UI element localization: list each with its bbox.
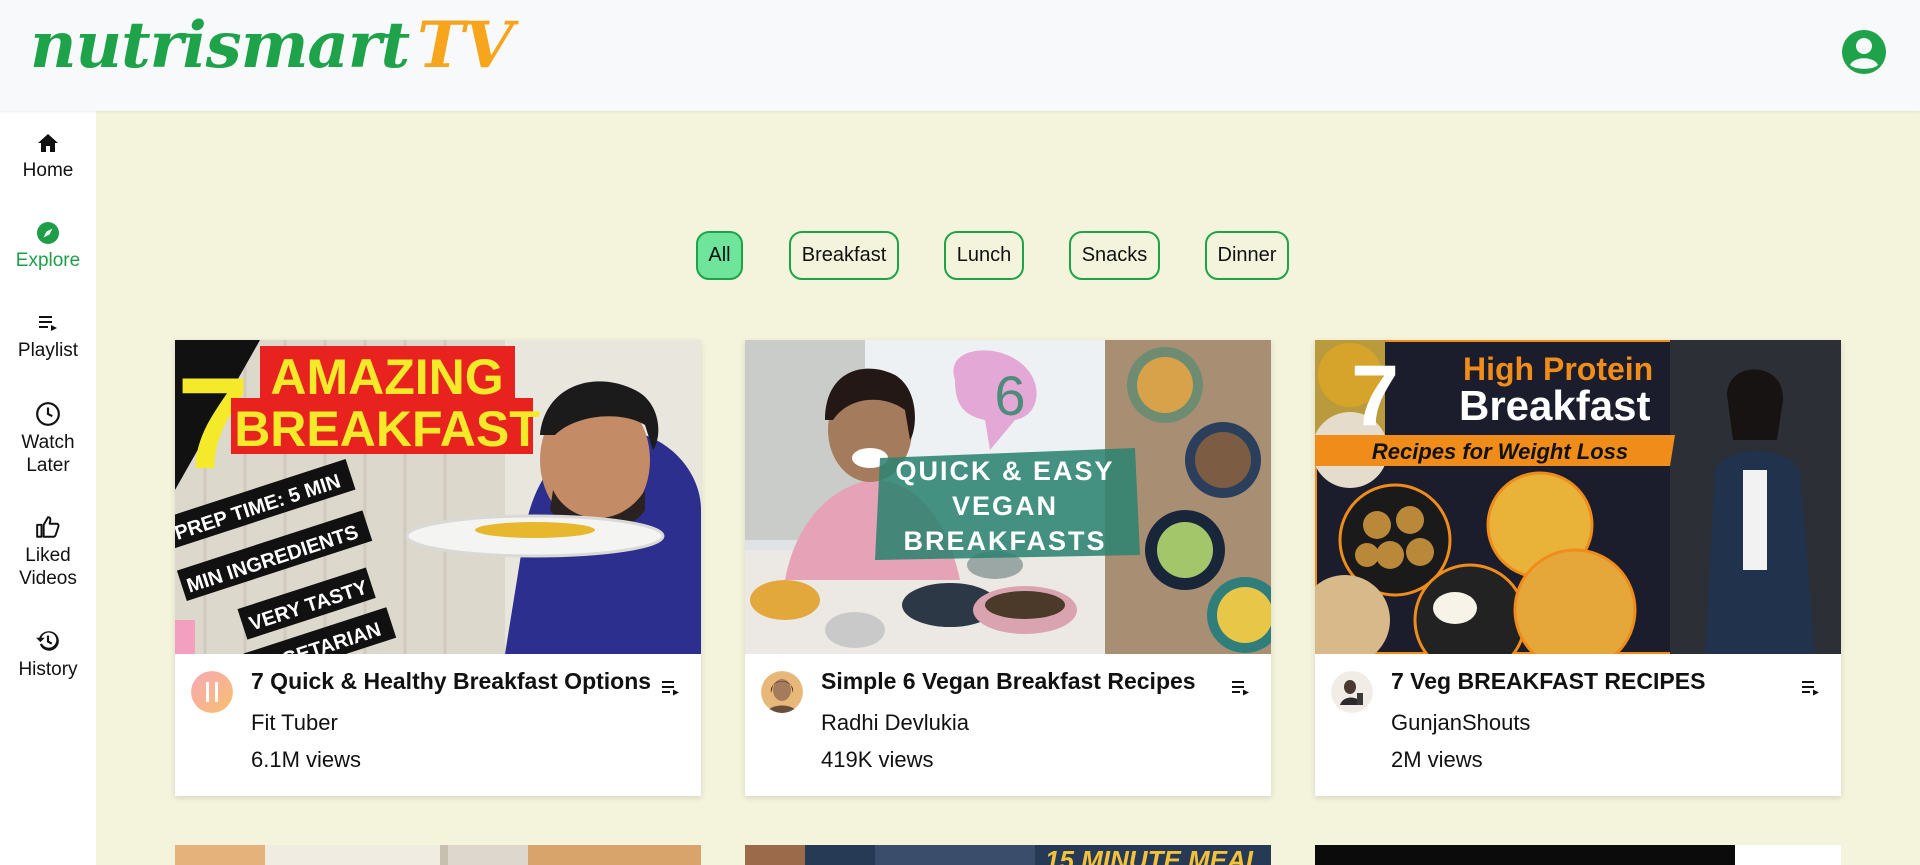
channel-name[interactable]: GunjanShouts — [1391, 710, 1530, 736]
thumb-text: BREAKFASTS — [903, 526, 1106, 556]
sidebar-item-playlist[interactable]: Playlist — [0, 311, 96, 362]
thumb-text: BREAKFAST — [234, 401, 540, 457]
clock-icon — [36, 402, 60, 426]
view-count: 6.1M views — [251, 747, 362, 772]
thumbs-up-icon — [36, 516, 60, 538]
chip-snacks[interactable]: Snacks — [1069, 231, 1160, 280]
sidebar-item-history[interactable]: History — [0, 628, 96, 681]
view-count: 419K views — [821, 747, 934, 772]
sidebar-item-watch-later[interactable]: Watch Later — [0, 401, 96, 477]
channel-avatar[interactable] — [191, 671, 233, 713]
thumb-number: 7 — [1351, 348, 1399, 444]
thumb-text: VEGAN — [952, 491, 1058, 521]
chip-lunch[interactable]: Lunch — [944, 231, 1024, 280]
thumb-text: QUICK & EASY — [895, 456, 1114, 486]
add-to-playlist-icon[interactable] — [1229, 676, 1253, 700]
chip-all[interactable]: All — [696, 231, 743, 280]
chip-breakfast[interactable]: Breakfast — [789, 231, 899, 280]
sidebar-item-explore[interactable]: Explore — [0, 221, 96, 272]
video-title[interactable]: 7 Quick & Healthy Breakfast Options — [251, 668, 651, 695]
sidebar-item-label: Explore — [15, 250, 81, 271]
video-card-partial[interactable]: 15 MINUTE MEAL — [745, 845, 1271, 865]
thumb-text: AMAZING — [270, 349, 503, 405]
history-icon — [36, 631, 59, 651]
video-title[interactable]: Simple 6 Vegan Breakfast Recipes — [821, 668, 1196, 695]
video-title[interactable]: 7 Veg BREAKFAST RECIPES — [1391, 668, 1705, 695]
sidebar-item-label: Playlist — [17, 340, 79, 361]
home-icon — [38, 134, 58, 152]
thumb-text: 15 MINUTE MEAL — [1045, 845, 1262, 865]
thumb-text: Recipes for Weight Loss — [1372, 439, 1628, 464]
playlist-icon — [39, 316, 57, 331]
channel-avatar[interactable] — [1331, 671, 1373, 713]
user-circle-icon[interactable] — [1840, 28, 1888, 76]
video-card[interactable]: 6 QUICK & EASY VEGAN BREAKFASTS Simple 6… — [745, 340, 1271, 796]
sidebar: Home Explore Playlist Watch Later Liked … — [0, 111, 96, 865]
video-thumbnail[interactable]: 7 AMAZING BREAKFAST PREP TIME: 5 MIN MIN… — [175, 340, 701, 654]
video-card-partial[interactable] — [175, 845, 701, 865]
logo-text-orange: TV — [417, 8, 513, 83]
video-thumbnail[interactable]: 6 QUICK & EASY VEGAN BREAKFASTS — [745, 340, 1271, 654]
sidebar-item-liked-videos[interactable]: Liked Videos — [0, 514, 96, 590]
app-logo[interactable]: nutrismart TV — [30, 8, 513, 83]
video-thumbnail[interactable]: 7 High Protein Breakfast Recipes for Wei… — [1315, 340, 1841, 654]
channel-name[interactable]: Radhi Devlukia — [821, 710, 969, 736]
add-to-playlist-icon[interactable] — [659, 676, 683, 700]
sidebar-item-label: History — [18, 659, 78, 680]
add-to-playlist-icon[interactable] — [1799, 676, 1823, 700]
view-count: 2M views — [1391, 747, 1483, 772]
channel-avatar[interactable] — [761, 671, 803, 713]
chip-dinner[interactable]: Dinner — [1205, 231, 1289, 280]
compass-icon — [37, 222, 59, 244]
channel-name[interactable]: Fit Tuber — [251, 710, 338, 736]
sidebar-item-label: Liked Videos — [19, 545, 77, 589]
video-card[interactable]: 7 AMAZING BREAKFAST PREP TIME: 5 MIN MIN… — [175, 340, 701, 796]
thumb-text: Breakfast — [1459, 382, 1650, 429]
sidebar-item-home[interactable]: Home — [0, 131, 96, 182]
video-card[interactable]: 7 High Protein Breakfast Recipes for Wei… — [1315, 340, 1841, 796]
logo-text-green: nutrismart — [30, 8, 410, 83]
sidebar-item-label: Watch Later — [21, 432, 75, 476]
video-card-partial[interactable] — [1315, 845, 1841, 865]
sidebar-item-label: Home — [22, 160, 74, 181]
app-header: nutrismart TV — [0, 0, 1920, 111]
thumb-number: 6 — [994, 364, 1025, 427]
